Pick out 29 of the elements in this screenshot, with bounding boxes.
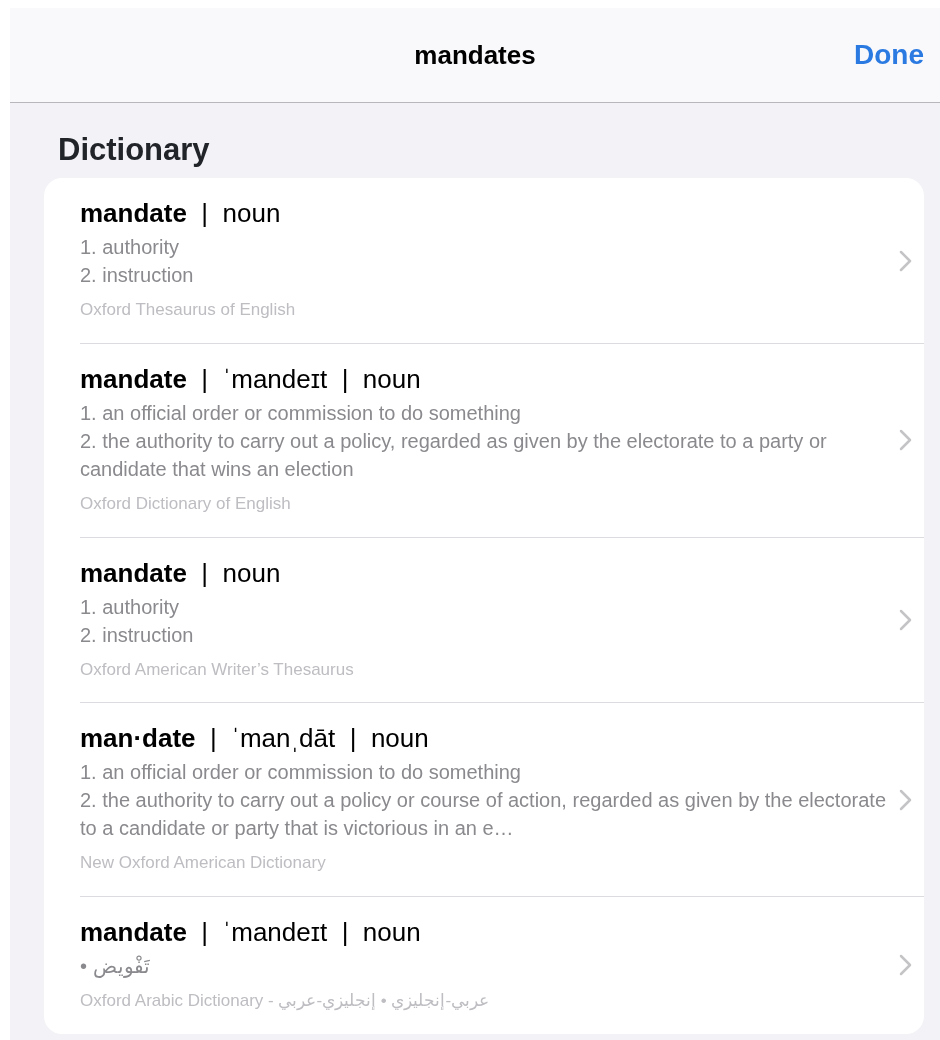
definition-text: • تَفْويض (80, 954, 151, 980)
dictionary-entry[interactable]: mandate | noun 1. authority 2. instruction Oxford American Writer’s Thesaurus (80, 537, 924, 704)
chevron-icon (898, 787, 912, 812)
definition-text: 2. instruction (80, 622, 195, 648)
section-title: Dictionary (57, 131, 211, 169)
entry-title: mandate | ˈmandeɪt | noun (80, 916, 422, 949)
entry-title: mandate | noun (80, 557, 282, 589)
chevron-icon (898, 953, 912, 978)
source-label: Oxford American Writer’s Thesaurus (80, 658, 355, 681)
chevron-icon (898, 428, 912, 453)
nav-title: mandates (414, 38, 536, 72)
definition-text: 2. the authority to carry out a policy, regarded as given by the electorate to a party or candidate that wins an election (80, 429, 828, 483)
source-label: Oxford Thesaurus of English (80, 299, 297, 322)
definition-text: 1. an official order or commission to do something (80, 401, 522, 427)
definition-text: 1. authority (80, 594, 180, 620)
dictionary-entry[interactable]: mandate | noun 1. authority 2. instruction Oxford Thesaurus of English (80, 178, 924, 344)
definition-text: 1. authority (80, 235, 180, 261)
chevron-icon (898, 248, 912, 273)
source-label: Oxford Dictionary of English (80, 493, 292, 516)
chevron-icon (898, 607, 912, 632)
entry-title: man·date | ˈmanˌdāt | noun (80, 723, 430, 755)
source-label: New Oxford American Dictionary (80, 852, 327, 875)
definition-text: 1. an official order or commission to do something (80, 760, 522, 786)
done-button[interactable]: Done (854, 34, 924, 76)
entry-title: mandate | ˈmandeɪt | noun (80, 363, 422, 396)
definition-text: 2. the authority to carry out a policy or course of action, regarded as given by the electorate to a candidate or party that is victorious in an e… (80, 788, 886, 842)
definition-text: 2. instruction (80, 263, 195, 289)
source-label: Oxford Arabic Dictionary - عربي-إنجليزي • إنجليزي-عربي (80, 990, 491, 1013)
entry-title: mandate | noun (80, 198, 282, 230)
